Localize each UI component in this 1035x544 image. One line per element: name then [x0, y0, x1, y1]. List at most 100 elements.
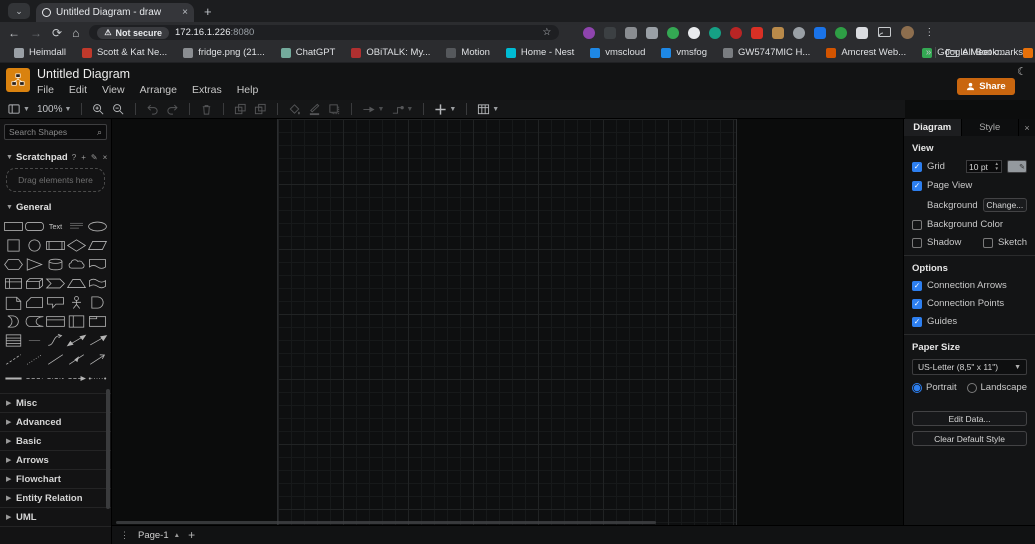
bookmark-item[interactable]: OBiTALK: My... [345, 45, 436, 61]
sketch-checkbox[interactable] [983, 238, 993, 248]
portrait-radio[interactable] [912, 383, 922, 393]
redo-button[interactable] [166, 103, 179, 116]
menu-file[interactable]: File [37, 84, 54, 96]
scratchpad-drop-area[interactable]: Drag elements here [6, 168, 105, 192]
bookmark-item[interactable]: Scott & Kat Ne... [76, 45, 173, 61]
menu-extras[interactable]: Extras [192, 84, 222, 96]
add-icon[interactable]: + [81, 153, 86, 162]
document-title[interactable]: Untitled Diagram [37, 67, 130, 81]
extension-icon[interactable] [835, 27, 847, 39]
shape-cylinder[interactable] [45, 256, 66, 273]
zoom-level-dropdown[interactable]: 100%▼ [37, 104, 72, 115]
shape-link-arrow[interactable] [66, 370, 87, 387]
shape-trapezoid[interactable] [66, 275, 87, 292]
shape-rounded-rectangle[interactable] [24, 218, 45, 235]
help-icon[interactable]: ? [72, 153, 76, 162]
shape-frame[interactable] [87, 313, 108, 330]
extension-icon[interactable] [856, 27, 868, 39]
shape-rectangle[interactable] [3, 218, 24, 235]
shape-triangle[interactable] [24, 256, 45, 273]
share-button[interactable]: Share [957, 78, 1015, 95]
shape-cloud[interactable] [66, 256, 87, 273]
extension-icon[interactable] [646, 27, 658, 39]
extension-icon[interactable] [604, 27, 616, 39]
extension-icon[interactable] [814, 27, 826, 39]
edit-data-button[interactable]: Edit Data... [912, 411, 1027, 426]
shape-hexagon[interactable] [3, 256, 24, 273]
shape-or[interactable] [87, 294, 108, 311]
extension-icon[interactable] [793, 27, 805, 39]
home-icon[interactable]: ⌂ [72, 27, 79, 39]
extension-icon[interactable] [709, 27, 721, 39]
delete-button[interactable] [200, 103, 213, 116]
back-icon[interactable]: ← [8, 27, 20, 39]
shape-vertical-container[interactable] [66, 313, 87, 330]
bookmarks-overflow-chevron[interactable]: » [926, 47, 932, 58]
extension-icon[interactable] [730, 27, 742, 39]
table-button[interactable]: ▼ [477, 103, 499, 116]
zoom-in-button[interactable] [92, 103, 105, 116]
page-view-checkbox[interactable]: ✓ [912, 181, 922, 191]
shadow-button[interactable] [328, 103, 341, 116]
shape-thin-arrow[interactable] [87, 351, 108, 368]
shadow-checkbox[interactable] [912, 238, 922, 248]
pages-menu-icon[interactable]: ⋮ [120, 530, 130, 541]
shape-line[interactable] [45, 351, 66, 368]
shape-list[interactable] [3, 332, 24, 349]
shape-bidirectional-arrow[interactable] [66, 332, 87, 349]
tab-search-button[interactable]: ⌄ [8, 3, 30, 19]
shape-circle[interactable] [24, 237, 45, 254]
to-back-button[interactable] [254, 103, 267, 116]
bookmark-item[interactable]: GW5747MIC H... [717, 45, 816, 61]
shape-dashed-link[interactable] [24, 370, 45, 387]
section-basic[interactable]: ▶Basic [0, 432, 111, 451]
shape-square[interactable] [3, 237, 24, 254]
section-uml[interactable]: ▶UML [0, 508, 111, 527]
shape-callout[interactable] [45, 294, 66, 311]
horizontal-scrollbar[interactable] [116, 521, 656, 524]
connection-points-checkbox[interactable]: ✓ [912, 299, 922, 309]
search-input[interactable] [9, 127, 97, 137]
forward-icon[interactable]: → [30, 27, 42, 39]
undo-button[interactable] [146, 103, 159, 116]
browser-tab[interactable]: Untitled Diagram - draw × [36, 3, 194, 22]
zoom-out-button[interactable] [112, 103, 125, 116]
address-bar[interactable]: ⚠ Not secure 172.16.1.226:8080 ☆ [89, 25, 559, 40]
extension-icon[interactable] [667, 27, 679, 39]
section-entity-relation[interactable]: ▶Entity Relation [0, 489, 111, 508]
connection-style-button[interactable]: ▼ [362, 103, 384, 116]
extension-icon[interactable] [688, 27, 700, 39]
menu-edit[interactable]: Edit [69, 84, 87, 96]
new-tab-button[interactable]: + [204, 4, 212, 19]
bookmark-item[interactable]: fridge.png (21... [177, 45, 271, 61]
waypoint-style-button[interactable]: ▼ [391, 103, 413, 116]
general-section-header[interactable]: ▼ General [0, 198, 111, 216]
page-tab[interactable]: Page-1 ▲ [138, 530, 180, 541]
line-color-button[interactable] [308, 103, 321, 116]
shape-text[interactable]: Text [45, 218, 66, 235]
shape-container[interactable] [45, 313, 66, 330]
menu-help[interactable]: Help [237, 84, 259, 96]
insert-button[interactable]: ▼ [434, 103, 456, 116]
shape-dotted-link[interactable] [87, 370, 108, 387]
bookmark-item[interactable]: vmscloud [584, 45, 651, 61]
close-icon[interactable]: × [103, 153, 108, 162]
bookmark-item[interactable]: ChatGPT [275, 45, 342, 61]
shape-note[interactable] [3, 294, 24, 311]
clear-default-style-button[interactable]: Clear Default Style [912, 431, 1027, 446]
shape-dashed-line[interactable] [3, 351, 24, 368]
grid-checkbox[interactable]: ✓ [912, 162, 922, 172]
not-secure-badge[interactable]: ⚠ Not secure [97, 27, 169, 39]
bookmark-item[interactable]: vmsfog [655, 45, 713, 61]
tab-close-icon[interactable]: × [182, 7, 188, 18]
grid-color-swatch[interactable]: ✎ [1007, 160, 1027, 173]
section-misc[interactable]: ▶Misc [0, 394, 111, 413]
all-bookmarks-button[interactable]: All Bookmarks [935, 47, 1023, 58]
shape-list-item[interactable] [24, 332, 45, 349]
section-flowchart[interactable]: ▶Flowchart [0, 470, 111, 489]
extension-icon[interactable] [625, 27, 637, 39]
shape-process[interactable] [45, 237, 66, 254]
bookmark-item[interactable]: Home - Nest [500, 45, 580, 61]
profile-avatar[interactable] [901, 26, 914, 39]
shape-actor[interactable] [66, 294, 87, 311]
